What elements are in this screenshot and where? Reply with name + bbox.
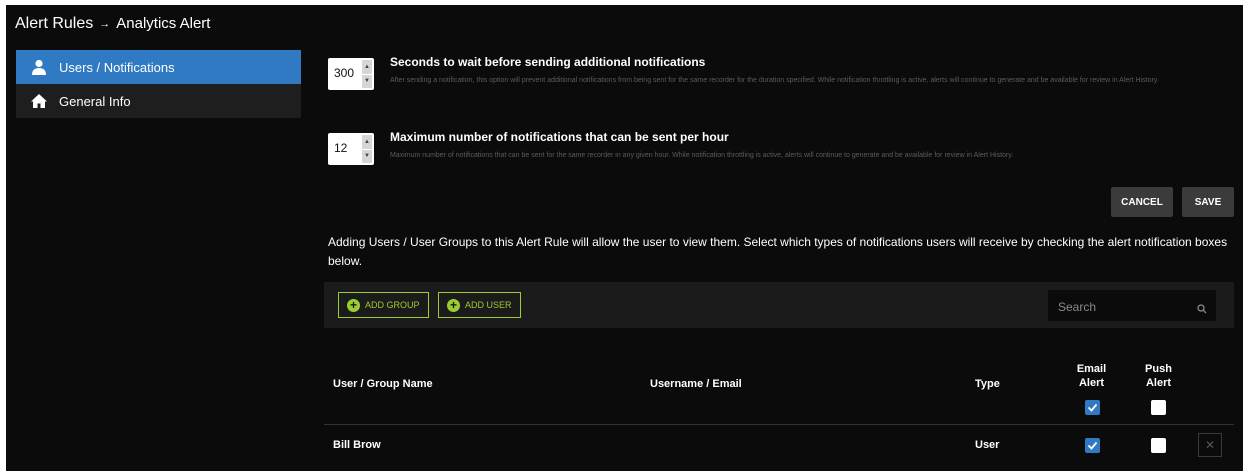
column-header-type: Type xyxy=(975,378,1000,390)
breadcrumb-current: Analytics Alert xyxy=(116,15,211,32)
close-icon: ✕ xyxy=(1204,438,1216,452)
column-header-email-alert: Email Alert xyxy=(1069,362,1114,390)
column-header-push-alert: Push Alert xyxy=(1136,362,1181,390)
stepper-down-icon[interactable]: ▼ xyxy=(362,74,372,88)
sidebar: Users / Notifications General Info xyxy=(16,50,301,118)
row-email-alert-checkbox[interactable] xyxy=(1085,438,1100,453)
search-icon[interactable] xyxy=(1197,301,1207,314)
header-text-line: Alert xyxy=(1145,377,1172,389)
home-icon xyxy=(28,92,50,110)
checkmark-icon xyxy=(1087,441,1098,450)
save-button[interactable]: SAVE xyxy=(1182,187,1234,217)
row-divider xyxy=(324,424,1234,425)
column-header-username: Username / Email xyxy=(650,378,742,390)
header: Alert Rules → Analytics Alert xyxy=(6,5,1243,45)
push-alert-select-all-checkbox[interactable] xyxy=(1151,400,1166,415)
column-header-name: User / Group Name xyxy=(333,378,433,390)
header-text-line: Alert xyxy=(1078,377,1105,389)
setting-description: After sending a notification, this optio… xyxy=(390,77,1159,84)
sidebar-item-label: Users / Notifications xyxy=(59,59,175,75)
breadcrumb-separator: → xyxy=(99,18,111,30)
row-name: Bill Brow xyxy=(333,439,381,451)
stepper-value[interactable]: 300 xyxy=(334,66,358,80)
stepper-up-icon[interactable]: ▲ xyxy=(362,135,372,149)
setting-description: Maximum number of notifications that can… xyxy=(390,152,1014,159)
table-toolbar: + ADD GROUP + ADD USER xyxy=(324,282,1234,328)
setting-title: Seconds to wait before sending additiona… xyxy=(390,55,706,69)
app-window: Alert Rules → Analytics Alert Users / Noti… xyxy=(6,5,1243,471)
stepper-value[interactable]: 12 xyxy=(334,141,358,155)
add-group-button[interactable]: + ADD GROUP xyxy=(338,292,429,318)
row-push-alert-checkbox[interactable] xyxy=(1151,438,1166,453)
breadcrumb-parent[interactable]: Alert Rules xyxy=(15,15,93,32)
email-alert-select-all-checkbox[interactable] xyxy=(1085,400,1100,415)
sidebar-item-general-info[interactable]: General Info xyxy=(16,84,301,118)
row-type: User xyxy=(975,439,1000,451)
add-user-label: ADD USER xyxy=(465,300,512,310)
cancel-button[interactable]: CANCEL xyxy=(1111,187,1173,217)
header-text-line: Push xyxy=(1145,363,1172,375)
stepper-up-icon[interactable]: ▲ xyxy=(362,60,372,74)
wait-seconds-stepper[interactable]: 300 ▲ ▼ xyxy=(328,58,374,90)
add-group-label: ADD GROUP xyxy=(365,300,420,310)
search-input[interactable] xyxy=(1048,290,1200,323)
stepper-down-icon[interactable]: ▼ xyxy=(362,149,372,163)
plus-circle-icon: + xyxy=(347,298,360,312)
breadcrumb: Alert Rules → Analytics Alert xyxy=(15,15,210,33)
sidebar-item-label: General Info xyxy=(59,93,131,109)
checkmark-icon xyxy=(1087,403,1098,412)
user-icon xyxy=(28,58,50,76)
add-user-button[interactable]: + ADD USER xyxy=(438,292,521,318)
max-notifications-stepper[interactable]: 12 ▲ ▼ xyxy=(328,133,374,165)
remove-row-button[interactable]: ✕ xyxy=(1198,433,1222,457)
header-text-line: Email xyxy=(1076,363,1107,375)
setting-title: Maximum number of notifications that can… xyxy=(390,130,729,144)
sidebar-item-users-notifications[interactable]: Users / Notifications xyxy=(16,50,301,84)
search-box xyxy=(1048,290,1216,323)
info-text: Adding Users / User Groups to this Alert… xyxy=(328,235,1228,268)
plus-circle-icon: + xyxy=(447,298,460,312)
